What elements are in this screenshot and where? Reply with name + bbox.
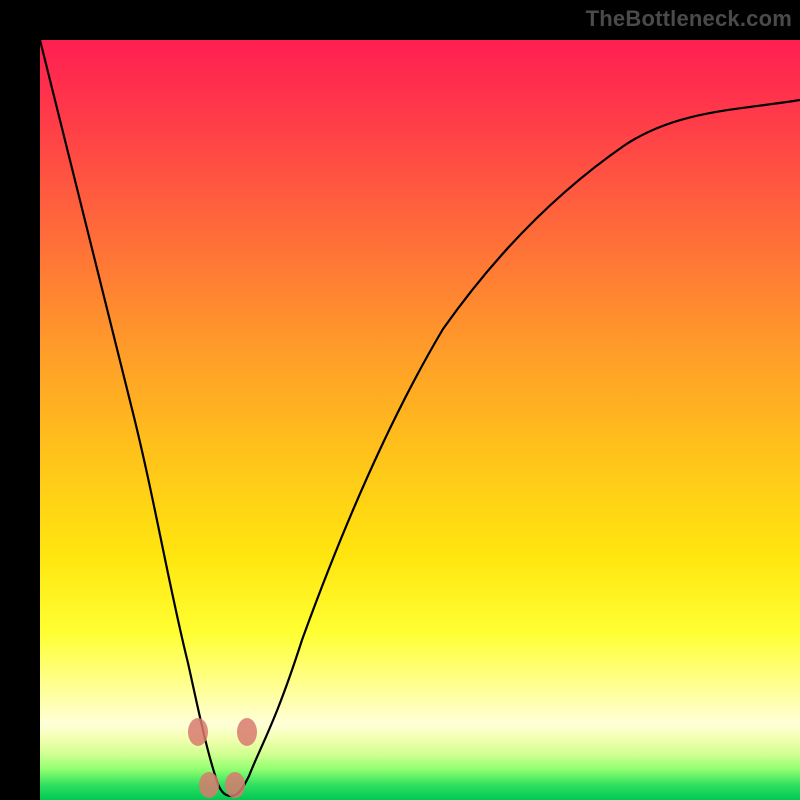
curve-marker <box>237 718 257 746</box>
bottleneck-curve-svg <box>40 40 800 800</box>
watermark-text: TheBottleneck.com <box>586 6 792 32</box>
curve-marker <box>188 718 208 746</box>
curve-marker <box>225 772 245 798</box>
plot-area <box>40 40 800 800</box>
curve-marker <box>199 772 219 798</box>
marker-group <box>188 718 257 798</box>
bottleneck-curve <box>40 40 800 796</box>
chart-frame: TheBottleneck.com <box>0 0 800 800</box>
